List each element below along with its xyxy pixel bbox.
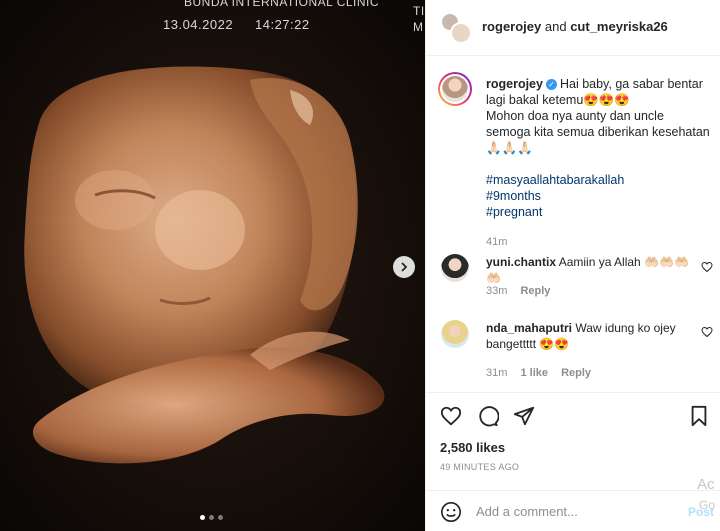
post-actions-bar [426, 392, 720, 432]
header-joiner: and [544, 19, 567, 34]
caption-username[interactable]: rogerojey [486, 77, 543, 91]
carousel-indicator [200, 515, 223, 520]
verified-badge-icon: ✓ [545, 79, 557, 91]
comment-time: 33m [486, 285, 508, 297]
comment-meta: 31m 1 like Reply [486, 367, 601, 379]
clinic-overlay-text: BUNDA INTERNATIONAL CLINIC [184, 0, 380, 9]
scan-date-text: 13.04.2022 [163, 17, 234, 32]
avatar [442, 76, 468, 102]
edge-overlay-text-m: M [413, 20, 424, 34]
header-username-1[interactable]: rogerojey [482, 19, 541, 34]
comment-input[interactable] [476, 504, 666, 519]
ultrasound-photo [0, 0, 425, 531]
add-comment-bar: Post Go [426, 490, 720, 531]
like-comment-heart-icon[interactable] [701, 326, 713, 338]
post-caption: rogerojey ✓ Hai baby, ga sabar bentar lagi… [486, 76, 711, 250]
chevron-right-icon [401, 262, 408, 272]
commenter-avatar[interactable] [441, 320, 469, 348]
caption-line-2: Mohon doa nya aunty dan uncle semoga kit… [486, 109, 710, 155]
next-slide-button[interactable] [393, 256, 415, 278]
scan-time-text: 14:27:22 [255, 17, 310, 32]
caption-timestamp: 41m [486, 236, 508, 248]
comment-username[interactable]: nda_mahaputri [486, 321, 572, 335]
activate-windows-watermark-2: Go [699, 498, 716, 512]
share-paper-plane-icon[interactable] [513, 405, 535, 427]
hashtag-link[interactable]: #9months [486, 188, 711, 204]
hashtag-link[interactable]: #masyaallahtabarakallah [486, 172, 711, 188]
post-details-panel: rogerojey and cut_meyriska26 rogerojey ✓ H… [425, 0, 720, 531]
comment: yuni.chantix Aamiin ya Allah 🤲🏻🤲🏻🤲🏻🤲🏻 [486, 254, 701, 286]
hashtag-link[interactable]: #pregnant [486, 204, 711, 220]
carousel-dot [209, 515, 214, 520]
reply-button[interactable]: Reply [561, 367, 591, 379]
comment-username[interactable]: yuni.chantix [486, 255, 556, 269]
emoji-icon[interactable] [440, 501, 462, 523]
collab-usernames: rogerojey and cut_meyriska26 [482, 19, 668, 34]
edge-overlay-text-t: TI [413, 4, 425, 18]
comment-meta: 33m Reply [486, 285, 560, 297]
carousel-dot [200, 515, 205, 520]
post-age: 49 MINUTES AGO [440, 462, 520, 472]
avatar [450, 22, 472, 44]
comment: nda_mahaputri Waw idung ko ojey bangettt… [486, 320, 701, 352]
post-header: rogerojey and cut_meyriska26 [426, 0, 720, 56]
commenter-avatar[interactable] [441, 254, 469, 282]
header-username-2[interactable]: cut_meyriska26 [570, 19, 668, 34]
like-heart-icon[interactable] [440, 405, 462, 427]
reply-button[interactable]: Reply [520, 285, 550, 297]
comment-likes[interactable]: 1 like [520, 367, 548, 379]
likes-count[interactable]: 2,580 likes [440, 440, 505, 455]
comment-bubble-icon[interactable] [477, 405, 499, 427]
carousel-dot [218, 515, 223, 520]
collab-avatars[interactable] [440, 12, 472, 44]
caption-avatar[interactable] [438, 72, 472, 106]
like-comment-heart-icon[interactable] [701, 261, 713, 273]
comment-time: 31m [486, 367, 508, 379]
post-media[interactable]: BUNDA INTERNATIONAL CLINIC 13.04.2022 14… [0, 0, 425, 531]
save-bookmark-icon[interactable] [688, 405, 710, 427]
